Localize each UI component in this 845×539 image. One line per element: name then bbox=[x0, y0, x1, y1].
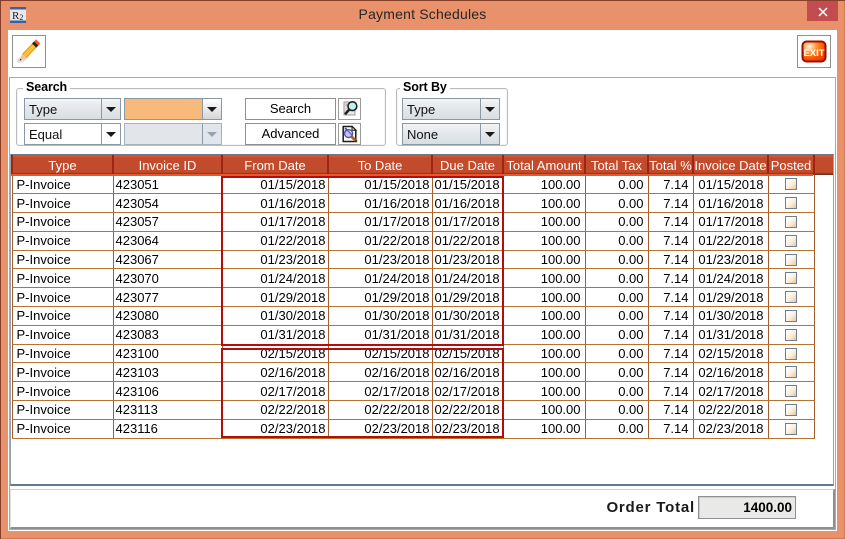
svg-text:EXIT: EXIT bbox=[803, 48, 824, 59]
